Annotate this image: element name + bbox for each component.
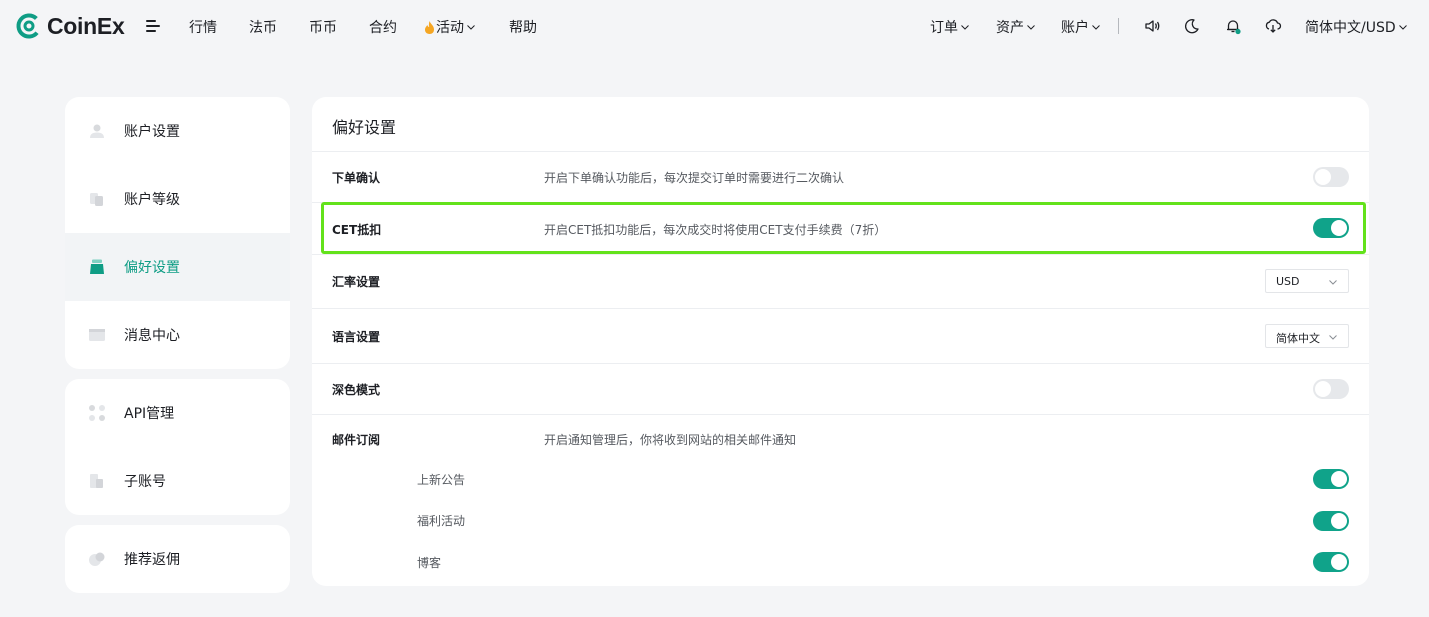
sidebar-item-sub-account[interactable]: 子账号 <box>65 447 290 515</box>
nav-markets[interactable]: 行情 <box>189 17 217 37</box>
divider <box>312 414 1369 415</box>
order-confirm-toggle[interactable] <box>1313 167 1349 187</box>
sidebar-group-account: 账户设置 账户等级 偏好设置 消息中心 <box>65 97 290 369</box>
nav-fiat[interactable]: 法币 <box>249 17 277 37</box>
sidebar-item-label: 推荐返佣 <box>124 552 180 568</box>
sub-account-icon <box>90 474 103 488</box>
language-currency-switch[interactable]: 简体中文/USD <box>1305 17 1408 37</box>
chevron-down-icon <box>1092 25 1100 30</box>
nav-orders-label: 订单 <box>930 20 958 36</box>
chevron-down-icon <box>1329 335 1337 340</box>
bell-icon[interactable] <box>1224 17 1242 35</box>
toggle-knob <box>1331 220 1347 236</box>
sidebar-item-label: API管理 <box>124 406 175 422</box>
divider <box>312 363 1369 364</box>
level-icon <box>90 193 103 206</box>
toggle-knob <box>1331 471 1347 487</box>
divider <box>312 151 1369 152</box>
currency-select-value: USD <box>1276 275 1300 288</box>
sidebar-item-account-level[interactable]: 账户等级 <box>65 165 290 233</box>
sidebar-item-message-center[interactable]: 消息中心 <box>65 301 290 369</box>
divider <box>312 254 1369 255</box>
sidebar-group-api: API管理 子账号 <box>65 379 290 515</box>
dark-mode-toggle[interactable] <box>1313 379 1349 399</box>
nav-help[interactable]: 帮助 <box>509 17 537 37</box>
sidebar-item-label: 账户等级 <box>124 192 180 208</box>
sidebar-group-referral: 推荐返佣 <box>65 525 290 593</box>
page-title: 偏好设置 <box>332 118 397 137</box>
nav-futures[interactable]: 合约 <box>369 17 397 37</box>
nav-divider <box>1118 18 1119 34</box>
blog-label: 博客 <box>417 556 442 570</box>
language-select[interactable]: 简体中文 <box>1265 324 1349 348</box>
speaker-icon[interactable] <box>1143 17 1161 35</box>
nav-orders[interactable]: 订单 <box>930 17 970 37</box>
chevron-down-icon <box>1329 280 1337 285</box>
sidebar-item-label: 偏好设置 <box>124 260 180 276</box>
sidebar-item-api-management[interactable]: API管理 <box>65 379 290 447</box>
fire-icon <box>425 20 434 34</box>
chevron-down-icon <box>467 25 475 30</box>
welfare-activity-toggle[interactable] <box>1313 511 1349 531</box>
sidebar-item-preferences[interactable]: 偏好设置 <box>65 233 290 301</box>
language-setting-label: 语言设置 <box>332 330 381 344</box>
divider <box>312 308 1369 309</box>
currency-setting-label: 汇率设置 <box>332 275 381 289</box>
toggle-knob <box>1331 554 1347 570</box>
new-listing-announcement-toggle[interactable] <box>1313 469 1349 489</box>
download-icon[interactable] <box>1264 17 1282 35</box>
email-subscription-label: 邮件订阅 <box>332 433 381 447</box>
dark-mode-label: 深色模式 <box>332 383 381 397</box>
new-listing-announcement-label: 上新公告 <box>417 473 466 487</box>
chevron-down-icon <box>961 25 969 30</box>
nav-account-label: 账户 <box>1061 20 1089 36</box>
sidebar-item-label: 消息中心 <box>124 328 180 344</box>
moon-icon[interactable] <box>1183 17 1201 35</box>
preference-icon <box>90 259 104 274</box>
coinex-logo[interactable]: CoinEx <box>16 12 125 40</box>
toggle-knob <box>1315 381 1331 397</box>
sidebar-item-label: 子账号 <box>124 474 166 490</box>
referral-icon <box>89 552 105 566</box>
currency-select[interactable]: USD <box>1265 269 1349 293</box>
message-icon <box>89 329 105 341</box>
chevron-down-icon <box>1027 25 1035 30</box>
nav-activity-label: 活动 <box>436 20 464 36</box>
nav-assets-label: 资产 <box>996 20 1024 36</box>
menu-icon[interactable] <box>146 20 160 33</box>
cet-deduction-label: CET抵扣 <box>332 223 382 237</box>
divider <box>312 202 1369 203</box>
user-icon <box>90 124 104 138</box>
sidebar-item-label: 账户设置 <box>124 124 180 140</box>
preferences-panel: 偏好设置 下单确认 开启下单确认功能后，每次提交订单时需要进行二次确认 CET抵… <box>312 97 1369 586</box>
language-select-value: 简体中文 <box>1276 332 1320 345</box>
order-confirm-description: 开启下单确认功能后，每次提交订单时需要进行二次确认 <box>544 171 845 185</box>
chevron-down-icon <box>1398 25 1407 30</box>
toggle-knob <box>1315 169 1331 185</box>
email-subscription-description: 开启通知管理后，你将收到网站的相关邮件通知 <box>544 433 797 447</box>
nav-assets[interactable]: 资产 <box>996 17 1036 37</box>
nav-spot[interactable]: 币币 <box>309 17 337 37</box>
language-currency-label: 简体中文/USD <box>1305 20 1396 36</box>
welfare-activity-label: 福利活动 <box>417 514 466 528</box>
top-navigation: CoinEx 行情 法币 币币 合约 活动 帮助 订单 资产 账户 简体中文/U… <box>0 0 1429 54</box>
brand-name: CoinEx <box>47 12 125 39</box>
sidebar-item-account-settings[interactable]: 账户设置 <box>65 97 290 165</box>
blog-toggle[interactable] <box>1313 552 1349 572</box>
toggle-knob <box>1331 513 1347 529</box>
cet-deduction-toggle[interactable] <box>1313 218 1349 238</box>
api-icon <box>89 405 105 421</box>
nav-activity[interactable]: 活动 <box>423 17 476 37</box>
coinex-logo-icon <box>16 13 42 39</box>
sidebar-item-referral[interactable]: 推荐返佣 <box>65 525 290 593</box>
cet-deduction-description: 开启CET抵扣功能后，每次成交时将使用CET支付手续费（7折） <box>544 223 887 237</box>
order-confirm-label: 下单确认 <box>332 171 381 185</box>
nav-account[interactable]: 账户 <box>1061 17 1101 37</box>
